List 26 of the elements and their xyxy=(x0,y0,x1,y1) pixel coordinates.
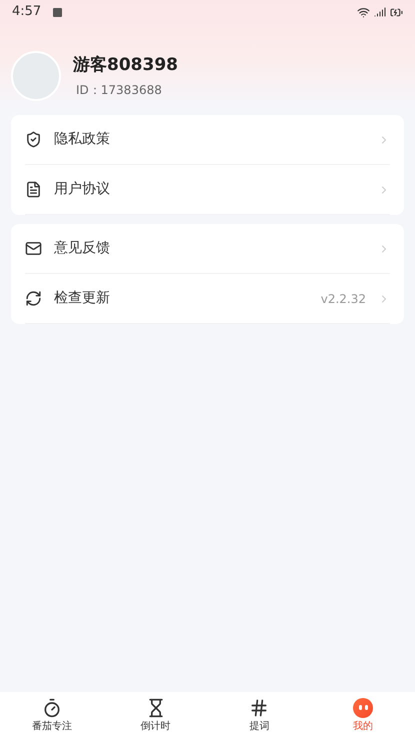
signal-icon xyxy=(374,6,386,18)
menu-label: 意见反馈 xyxy=(54,239,111,258)
chat-bubble-icon xyxy=(353,698,374,718)
battery-icon xyxy=(390,6,403,18)
stopwatch-icon xyxy=(42,698,62,718)
user-name: 游客808398 xyxy=(73,54,178,78)
menu-label: 检查更新 xyxy=(54,289,111,308)
menu-item[interactable]: 用户协议 xyxy=(25,165,390,215)
menu-item[interactable]: 隐私政策 xyxy=(25,115,390,165)
hash-icon xyxy=(249,698,270,718)
tab-item[interactable]: 我的 xyxy=(311,692,415,739)
tab-item[interactable]: 倒计时 xyxy=(104,692,208,739)
mail-icon xyxy=(25,240,42,257)
tab-item[interactable]: 提词 xyxy=(208,692,312,739)
menu-label: 用户协议 xyxy=(54,180,111,199)
menu-label: 隐私政策 xyxy=(54,130,111,149)
shield-check-icon xyxy=(25,131,42,148)
user-id: ID：17383688 xyxy=(76,82,163,99)
refresh-icon xyxy=(25,290,42,307)
wifi-icon xyxy=(357,6,370,18)
tab-item[interactable]: 番茄专注 xyxy=(0,692,104,739)
menu-item[interactable]: 检查更新 v2.2.32 xyxy=(25,274,390,324)
status-time: 4:57 xyxy=(12,3,42,22)
version-text: v2.2.32 xyxy=(320,290,366,308)
menu-item[interactable]: 意见反馈 xyxy=(25,224,390,274)
document-icon xyxy=(25,181,42,198)
